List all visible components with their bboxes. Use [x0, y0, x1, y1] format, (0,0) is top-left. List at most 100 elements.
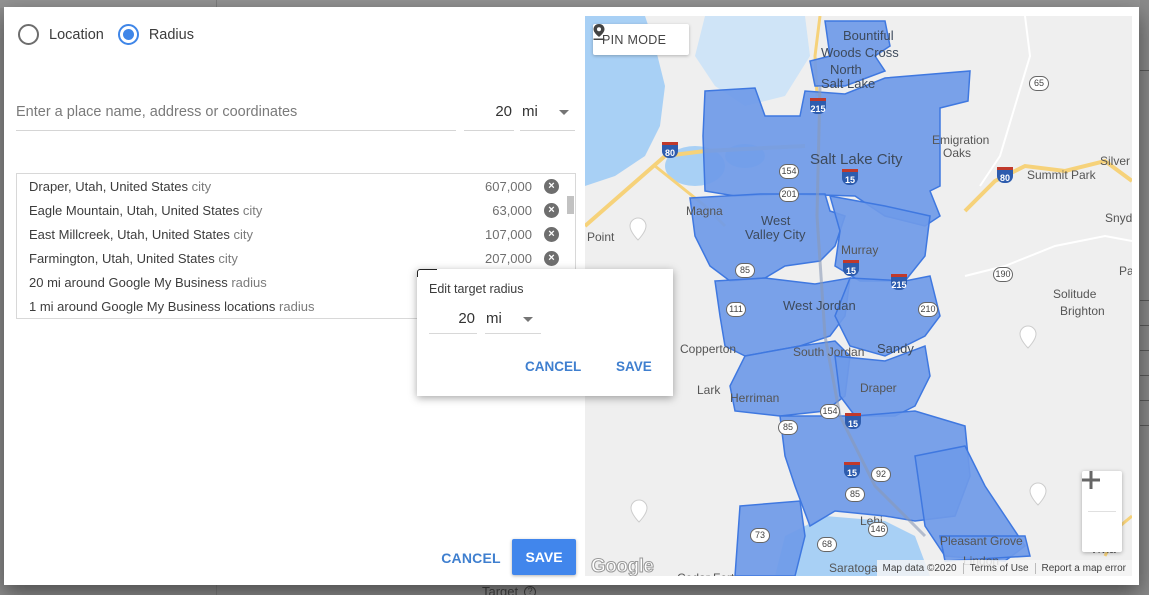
- route-shield: 154: [820, 404, 840, 419]
- target-type: radius: [231, 274, 267, 290]
- peak-marker-icon: [1029, 482, 1047, 506]
- map-label: Lark: [697, 383, 721, 397]
- target-location: East Millcreek, Utah, United States: [29, 226, 230, 242]
- route-shield: 85: [845, 487, 865, 502]
- location-targeting-dialog: Location Radius 20 mi Draper, Utah, Unit…: [4, 7, 1139, 585]
- chevron-down-icon: [559, 110, 569, 115]
- popup-unit-select[interactable]: mi: [485, 306, 541, 334]
- map-data-text: Map data ©2020: [882, 562, 957, 574]
- close-circle-icon[interactable]: ×: [544, 202, 559, 218]
- map-label: Pleasant Grove: [940, 534, 1023, 548]
- target-location: 20 mi around Google My Business: [29, 274, 228, 290]
- map-label: Salt Lake City: [810, 151, 903, 168]
- map-label: Snyd: [1105, 211, 1132, 225]
- radio-checked-icon: [117, 24, 139, 45]
- popup-save-button[interactable]: SAVE: [616, 359, 652, 374]
- map-label: Cedar Fort: [677, 571, 734, 576]
- target-location: 1 mi around Google My Business locations: [29, 298, 276, 314]
- interstate-shield: 80: [997, 167, 1013, 183]
- route-shield: 154: [779, 164, 799, 179]
- interstate-shield: 15: [844, 462, 860, 478]
- close-circle-icon[interactable]: ×: [544, 250, 559, 266]
- list-scrollbar-thumb[interactable]: [567, 196, 574, 214]
- background-target-label: Target ?: [482, 584, 537, 595]
- map-label: Summit Park: [1027, 168, 1096, 182]
- map-zoom-control: [1082, 471, 1122, 552]
- radio-location-label: Location: [49, 26, 104, 43]
- popup-title: Edit target radius: [429, 282, 524, 296]
- route-shield: 92: [871, 467, 891, 482]
- route-shield: 85: [735, 263, 755, 278]
- radio-radius[interactable]: Radius: [117, 24, 194, 45]
- target-reach: 207,000: [485, 250, 532, 266]
- target-name: Eagle Mountain, Utah, United States city: [29, 203, 452, 218]
- target-reach: 107,000: [485, 226, 532, 242]
- map-label: Magna: [686, 204, 723, 218]
- chevron-down-icon: [523, 317, 533, 322]
- popup-radius-input[interactable]: 20: [429, 306, 477, 334]
- background-line: [1140, 350, 1149, 351]
- map-label: West Jordan: [783, 298, 856, 313]
- target-reach: 607,000: [485, 178, 532, 194]
- peak-marker-icon: [1019, 325, 1037, 349]
- interstate-shield: 15: [842, 169, 858, 185]
- map-label: Point: [587, 230, 615, 244]
- target-location: Draper, Utah, United States: [29, 178, 188, 194]
- cancel-button[interactable]: CANCEL: [436, 541, 506, 575]
- map-label: Copperton: [680, 342, 737, 356]
- radius-unit-value: mi: [522, 103, 538, 120]
- place-search-input[interactable]: [16, 95, 456, 129]
- background-line: [1140, 400, 1149, 401]
- target-type: city: [242, 202, 263, 218]
- save-button[interactable]: SAVE: [512, 539, 576, 575]
- background-right-panel: [1140, 0, 1149, 595]
- route-shield: 201: [779, 187, 799, 202]
- radio-radius-label: Radius: [148, 26, 194, 43]
- radius-unit-select[interactable]: mi: [520, 95, 575, 131]
- map-label: West: [761, 213, 791, 228]
- location-pin-icon: [593, 24, 605, 40]
- map-label: Emigration: [932, 133, 990, 147]
- target-location: Farmington, Utah, United States: [29, 250, 215, 266]
- map-label: North: [830, 62, 862, 77]
- interstate-shield: 215: [891, 274, 907, 290]
- minus-icon: [1082, 478, 1100, 482]
- terms-of-use-link[interactable]: Terms of Use: [962, 562, 1035, 574]
- peak-marker-icon: [630, 499, 648, 523]
- interstate-shield: 215: [810, 98, 826, 114]
- route-shield: 210: [918, 302, 938, 317]
- pin-mode-label: PIN MODE: [602, 32, 667, 47]
- map-label: Murray: [841, 243, 879, 257]
- radius-value-input[interactable]: 20: [464, 95, 514, 131]
- route-shield: 65: [1029, 76, 1049, 91]
- pin-mode-button[interactable]: PIN MODE: [593, 24, 689, 55]
- close-circle-icon[interactable]: ×: [544, 226, 559, 242]
- close-circle-icon[interactable]: ×: [544, 178, 559, 194]
- zoom-out-button[interactable]: [1082, 478, 1122, 552]
- target-location: Eagle Mountain, Utah, United States: [29, 202, 240, 218]
- route-shield: 73: [750, 528, 770, 543]
- radio-unchecked-icon: [18, 24, 39, 45]
- route-shield: 146: [868, 522, 888, 537]
- interstate-shield: 80: [662, 142, 678, 158]
- popup-cancel-button[interactable]: CANCEL: [525, 359, 581, 374]
- road: [964, 234, 1132, 277]
- peak-marker-icon: [629, 217, 647, 241]
- map-label: South Jordan: [793, 345, 865, 359]
- background-line: [1140, 375, 1149, 376]
- interstate-shield: 15: [845, 413, 861, 429]
- target-type: city: [233, 226, 253, 242]
- map-label: Pa: [1119, 264, 1132, 278]
- target-label: Target: [482, 584, 519, 595]
- route-shield: 68: [817, 537, 837, 552]
- map-label: Woods Cross: [821, 45, 899, 60]
- target-name: Farmington, Utah, United States city: [29, 251, 452, 266]
- route-shield: 85: [778, 420, 798, 435]
- radio-location[interactable]: Location: [18, 24, 104, 45]
- map-label: Valley City: [745, 227, 806, 242]
- help-circle-icon[interactable]: ?: [524, 585, 537, 595]
- region-eagle-mountain: [734, 500, 806, 576]
- report-map-error-link[interactable]: Report a map error: [1034, 562, 1132, 574]
- popup-unit-value: mi: [486, 310, 502, 327]
- target-reach: 63,000: [492, 202, 532, 218]
